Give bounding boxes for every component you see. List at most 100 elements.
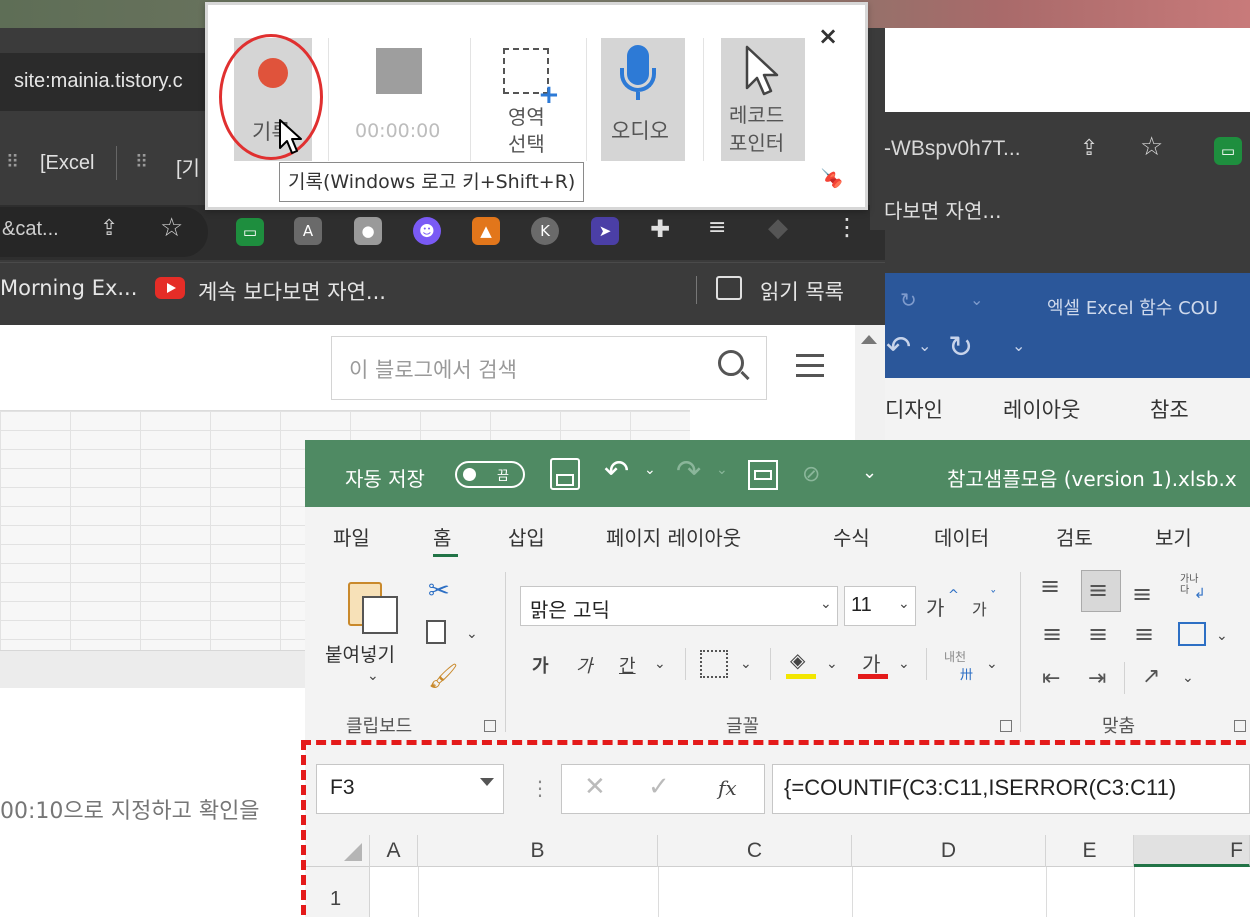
group-separator <box>1020 572 1021 732</box>
extension-screen-icon[interactable]: ▭ <box>1214 137 1242 165</box>
star-icon[interactable]: ☆ <box>160 213 183 243</box>
shrink-font-button[interactable]: 가 <box>972 596 987 620</box>
tab-home[interactable]: 홈 <box>433 522 451 551</box>
separator <box>586 38 587 161</box>
align-bottom-icon[interactable]: ≡ <box>1132 580 1152 608</box>
toggle-knob <box>463 468 476 481</box>
chevron-down-icon: ⌄ <box>716 462 728 478</box>
align-top-icon[interactable]: ≡ <box>1040 572 1060 600</box>
paste-button-label[interactable]: 붙여넣기 <box>325 640 395 667</box>
tab-file[interactable]: 파일 <box>333 522 370 551</box>
chevron-down-icon[interactable]: ⌄ <box>740 656 752 672</box>
menu-kebab-icon[interactable]: ⋮ <box>835 213 859 241</box>
grow-font-button[interactable]: 가 <box>926 592 944 621</box>
share-icon[interactable]: ⇪ <box>1080 136 1098 161</box>
record-pointer-label-line1: 레코드 <box>729 103 785 127</box>
star-icon[interactable]: ☆ <box>1140 132 1163 162</box>
tab-excel[interactable]: [Excel <box>40 152 94 175</box>
tab-second[interactable]: [기 <box>176 152 200 181</box>
chevron-down-icon[interactable]: ⌄ <box>654 656 666 672</box>
extension-bulb-icon[interactable]: ● <box>354 217 382 245</box>
chevron-down-icon[interactable]: ⌄ <box>820 596 832 612</box>
group-separator <box>505 572 506 732</box>
tab-separator <box>116 146 117 180</box>
scroll-up-icon[interactable] <box>861 335 877 344</box>
tab-formulas[interactable]: 수식 <box>833 522 870 551</box>
word-qat-dropdown-icon[interactable]: ⌄ <box>1012 336 1025 355</box>
share-icon[interactable]: ⇪ <box>100 216 118 241</box>
copy-icon[interactable] <box>426 620 446 644</box>
font-color-button[interactable]: 가 <box>862 648 880 677</box>
right-url-text[interactable]: -WBspv0h7T... <box>884 137 1021 161</box>
group-alignment-label: 맞춤 <box>1102 716 1136 737</box>
extension-face-icon[interactable]: ☻ <box>413 217 441 245</box>
search-placeholder: 이 블로그에서 검색 <box>349 358 517 382</box>
align-right-icon[interactable]: ≡ <box>1134 620 1154 648</box>
borders-icon[interactable] <box>700 650 728 678</box>
format-painter-icon[interactable]: 🖌 <box>428 662 458 690</box>
phonetic-button[interactable]: 내천 <box>944 648 966 665</box>
audio-label: 오디오 <box>611 119 669 143</box>
autosave-state: 끔 <box>497 469 509 484</box>
profile-avatar-icon[interactable]: ◆ <box>768 213 788 243</box>
tab-grip-icon: ⠿ <box>6 152 20 173</box>
undo-icon[interactable]: ↶ <box>604 454 629 489</box>
chevron-down-icon[interactable]: ⌄ <box>898 596 910 612</box>
extension-plane-icon[interactable]: ➤ <box>591 217 619 245</box>
puzzle-extensions-icon[interactable]: ✚ <box>650 215 670 243</box>
chevron-down-icon[interactable]: ⌄ <box>644 462 656 478</box>
dialog-launcher-icon[interactable] <box>1234 720 1246 732</box>
chevron-down-icon[interactable]: ⌄ <box>826 656 838 672</box>
tab-data[interactable]: 데이터 <box>934 522 989 551</box>
merge-center-icon[interactable] <box>1178 622 1206 646</box>
extension-font-icon[interactable]: A <box>294 217 322 245</box>
word-undo-icon[interactable]: ↶ <box>886 330 911 365</box>
chevron-down-icon[interactable]: ⌄ <box>898 656 910 672</box>
orientation-icon[interactable]: ↗ <box>1142 664 1160 689</box>
word-title: 엑셀 Excel 함수 COU <box>1047 298 1218 319</box>
word-tab-layout[interactable]: 레이아웃 <box>1003 394 1080 424</box>
bookmark-youtube[interactable]: 계속 보다보면 자연... <box>198 276 386 306</box>
word-tab-design[interactable]: 디자인 <box>885 394 943 424</box>
cut-icon[interactable]: ✂ <box>428 576 450 606</box>
metamask-icon[interactable]: ▲ <box>472 217 500 245</box>
paste-dropdown-icon[interactable]: ⌄ <box>367 668 379 684</box>
underline-button[interactable]: 간 <box>619 652 636 678</box>
record-pointer-label-line2: 포인터 <box>729 131 785 155</box>
chevron-down-icon[interactable]: ⌄ <box>1182 670 1194 686</box>
bookmark-morning[interactable]: Morning Ex... <box>0 276 137 300</box>
media-queue-icon[interactable]: ≡ <box>708 215 726 240</box>
chevron-down-icon[interactable]: ⌄ <box>1216 628 1228 644</box>
copy-dropdown-icon[interactable]: ⌄ <box>466 626 478 642</box>
pin-icon[interactable]: 📌 <box>821 167 842 189</box>
tab-page-layout[interactable]: 페이지 레이아웃 <box>606 522 741 551</box>
word-qat-dropdown-icon[interactable]: ⌄ <box>970 290 983 309</box>
menu-icon[interactable] <box>796 354 824 378</box>
customize-qat-icon[interactable]: ⌄ <box>862 462 877 483</box>
dialog-launcher-icon[interactable] <box>1000 720 1012 732</box>
dialog-launcher-icon[interactable] <box>484 720 496 732</box>
align-center-icon[interactable]: ≡ <box>1088 620 1108 648</box>
word-redo-icon[interactable]: ↻ <box>948 330 973 365</box>
extension-k-icon[interactable]: K <box>531 217 559 245</box>
tab-insert[interactable]: 삽입 <box>508 522 545 551</box>
word-redo-icon[interactable]: ↻ <box>900 288 917 312</box>
tab-view[interactable]: 보기 <box>1155 522 1192 551</box>
bold-button[interactable]: 가 <box>532 652 549 678</box>
right-bookmark[interactable]: 다보면 자연... <box>884 195 1001 224</box>
stop-icon <box>376 48 422 94</box>
fill-color-icon[interactable]: ◈ <box>790 648 805 672</box>
extension-screen-icon[interactable]: ▭ <box>236 218 264 246</box>
increase-indent-icon[interactable]: ⇥ <box>1088 666 1106 691</box>
italic-button[interactable]: 가 <box>576 652 593 678</box>
chevron-down-icon[interactable]: ⌄ <box>986 656 998 672</box>
decrease-indent-icon[interactable]: ⇤ <box>1042 666 1060 691</box>
tab-review[interactable]: 검토 <box>1056 522 1093 551</box>
align-left-icon[interactable]: ≡ <box>1042 620 1062 648</box>
reading-list[interactable]: 읽기 목록 <box>760 276 844 306</box>
close-icon[interactable]: × <box>818 22 838 50</box>
word-quick-access <box>885 328 1250 378</box>
chevron-down-icon[interactable]: ⌄ <box>918 336 931 355</box>
word-tab-references[interactable]: 참조 <box>1150 394 1189 424</box>
blog-body-text: 00:10으로 지정하고 확인을 <box>0 799 260 824</box>
